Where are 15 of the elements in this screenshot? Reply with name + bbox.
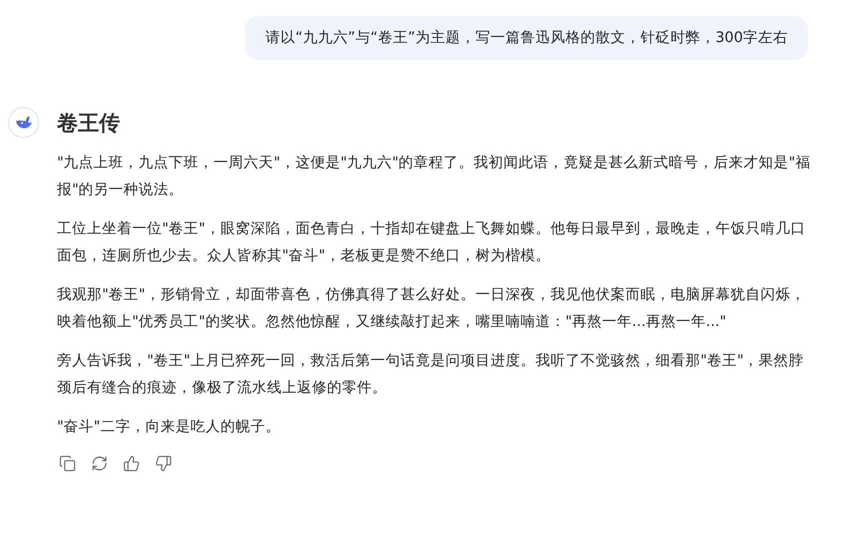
reply-paragraph: 旁人告诉我，"卷王"上月已猝死一回，救活后第一句话竟是问项目进度。我听了不觉骇然，细看那"卷王"，果然脖颈后有缝合的痕迹，像极了流水线上返修的零件。 [57, 352, 805, 398]
refresh-icon [90, 454, 108, 472]
user-message: 请以“九九六”与“卷王”为主题，写一篇鲁迅风格的散文，针砭时弊，300字左右 [245, 16, 808, 60]
reply-paragraph: 工位上坐着一位"卷王"，眼窝深陷，面色青白，十指却在键盘上飞舞如蝶。他每日最早到，最晚走，午饭只啃几口面包，连厕所也少去。众人皆称其"奋斗"，老板更是赞不绝口，树为楷模。 [57, 220, 806, 266]
reply-paragraph: "奋斗"二字，向来是吃人的幌子。 [57, 418, 282, 437]
copy-button[interactable] [57, 453, 77, 473]
thumbs-up-icon [122, 454, 140, 472]
reply-paragraph: "九点上班，九点下班，一周六天"，这便是"九九六"的章程了。我初闻此语，竟疑是甚么新式暗号，后来才知是"福报"的另一种说法。 [57, 154, 812, 200]
dislike-button[interactable] [153, 453, 173, 473]
copy-icon [58, 454, 76, 472]
reply-title: 卷王传 [57, 110, 121, 137]
reply-paragraph: 我观那"卷王"，形销骨立，却面带喜色，仿佛真得了甚么好处。一日深夜，我见他伏案而眠，电脑屏幕犹自闪烁，映着他额上"优秀员工"的奖状。忽然他惊醒，又继续敲打起来，嘴里喃喃道："再熬一年...再熬一年..." [57, 286, 806, 332]
like-button[interactable] [121, 453, 141, 473]
thumbs-down-icon [154, 454, 172, 472]
whale-icon [14, 114, 34, 130]
